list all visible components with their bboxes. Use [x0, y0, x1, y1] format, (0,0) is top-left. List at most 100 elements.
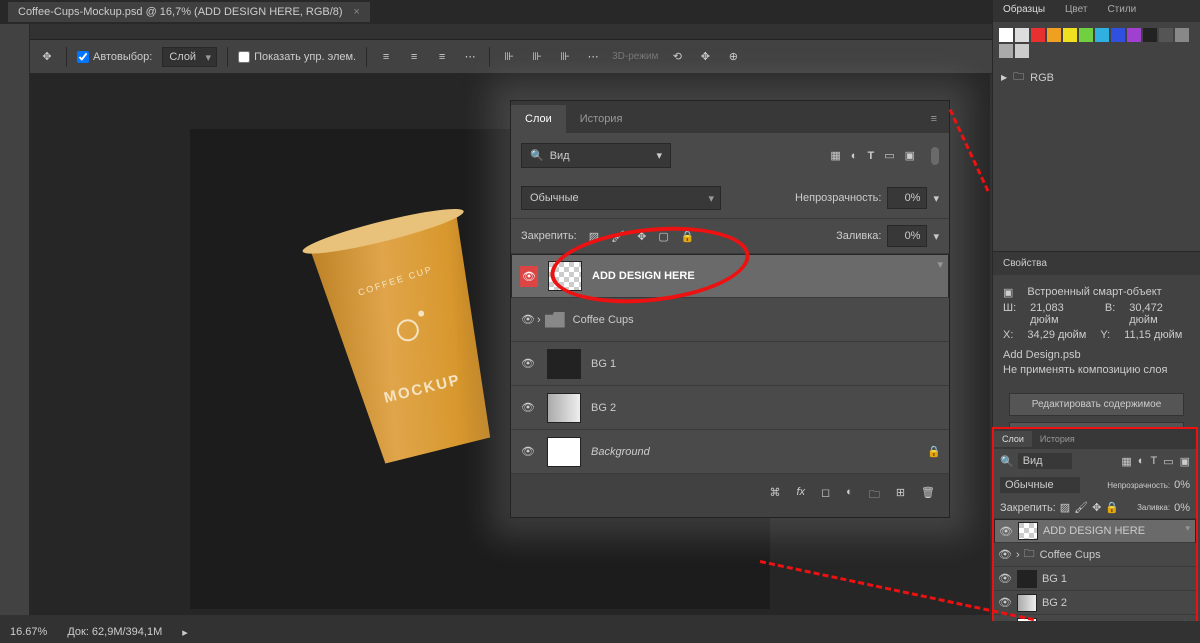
filter-icon[interactable]: ▭ [1163, 455, 1173, 468]
expand-arrow-icon[interactable]: › [537, 314, 541, 326]
visibility-icon[interactable]: 👁 [519, 445, 537, 458]
swatch[interactable] [1095, 28, 1109, 42]
lock-icon[interactable]: ✥ [1092, 501, 1101, 514]
layer-item[interactable]: 👁 BG 1 [511, 342, 949, 386]
tab-layers[interactable]: Слои [994, 431, 1032, 447]
layer-thumb[interactable] [548, 261, 582, 291]
edit-contents-button[interactable]: Редактировать содержимое [1009, 393, 1184, 416]
opacity-input[interactable]: 0% [887, 187, 927, 209]
layer-item[interactable]: 👁 BG 1 [994, 567, 1196, 591]
tab-swatches[interactable]: Образцы [993, 0, 1055, 22]
layer-search[interactable]: Вид [1018, 453, 1072, 469]
layer-name[interactable]: BG 1 [1042, 573, 1067, 585]
visibility-icon[interactable]: 👁 [999, 525, 1013, 538]
toolbox[interactable] [0, 24, 30, 615]
layer-item[interactable]: 👁 Background 🔒 [511, 430, 949, 474]
trash-icon[interactable]: 🗑 [921, 486, 935, 505]
visibility-icon[interactable]: 👁 [519, 357, 537, 370]
close-icon[interactable]: × [353, 6, 359, 18]
visibility-icon[interactable]: 👁 [520, 266, 538, 287]
chevron-icon[interactable]: ▸ [182, 626, 188, 639]
auto-select-target[interactable]: Слой [162, 47, 217, 67]
layer-item[interactable]: 👁 ADD DESIGN HERE [511, 254, 949, 298]
filter-icon[interactable]: ◐ [1138, 455, 1145, 468]
filter-type-icon[interactable]: T [867, 150, 874, 162]
link-icon[interactable]: ⌘ [769, 486, 780, 505]
opacity-input[interactable]: 0% [1174, 479, 1190, 491]
swatch[interactable] [1175, 28, 1189, 42]
x-value[interactable]: 34,29 дюйм [1027, 329, 1086, 341]
layer-thumb[interactable] [547, 437, 581, 467]
adjustment-icon[interactable]: ◐ [846, 486, 853, 505]
move-icon[interactable]: ✥ [38, 48, 56, 66]
more-icon[interactable]: ⋯ [584, 48, 602, 66]
fill-input[interactable]: 0% [1174, 502, 1190, 514]
zoom-icon[interactable]: ⊕ [724, 48, 742, 66]
lock-brush-icon[interactable]: 🖌 [611, 230, 625, 243]
height-value[interactable]: 30,472 дюйм [1129, 302, 1190, 326]
width-value[interactable]: 21,083 дюйм [1030, 302, 1091, 326]
chevron-down-icon[interactable]: ▾ [933, 192, 939, 205]
filter-pixel-icon[interactable]: ▦ [830, 149, 840, 162]
layer-name[interactable]: Coffee Cups [573, 314, 941, 326]
tab-history[interactable]: История [566, 105, 637, 133]
filter-icon[interactable]: ▣ [1180, 455, 1190, 468]
lock-icon[interactable]: 🔒 [1105, 501, 1119, 514]
filter-icon[interactable]: ▦ [1121, 455, 1131, 468]
lock-all-icon[interactable]: 🔒 [681, 230, 695, 243]
y-value[interactable]: 11,15 дюйм [1124, 329, 1182, 341]
fx-icon[interactable]: fx [796, 486, 805, 505]
filter-shape-icon[interactable]: ▭ [884, 149, 894, 162]
distribute-icon[interactable]: ⊪ [500, 48, 518, 66]
layer-item[interactable]: 👁 › 🗀 Coffee Cups [994, 543, 1196, 567]
swatch[interactable] [1063, 28, 1077, 42]
layer-name[interactable]: Coffee Cups [1040, 549, 1101, 561]
swatch[interactable] [1079, 28, 1093, 42]
mask-icon[interactable]: ◻ [821, 486, 830, 505]
filter-toggle[interactable] [931, 147, 939, 165]
align-icon[interactable]: ≡ [433, 48, 451, 66]
panel-menu-icon[interactable]: ≡ [919, 105, 949, 133]
swatch-folder[interactable]: ▶ 🗀 RGB [993, 64, 1200, 91]
show-controls-checkbox[interactable]: Показать упр. элем. [238, 51, 356, 63]
layer-name[interactable]: Background [591, 446, 927, 458]
swatch[interactable] [1159, 28, 1173, 42]
layer-thumb[interactable] [1017, 594, 1037, 612]
more-icon[interactable]: ⋯ [461, 48, 479, 66]
lock-icon[interactable]: ▨ [1060, 501, 1070, 514]
tab-layers[interactable]: Слои [511, 105, 566, 133]
layer-thumb[interactable] [1018, 522, 1038, 540]
filter-icon[interactable]: T [1150, 455, 1157, 468]
distribute-icon[interactable]: ⊪ [556, 48, 574, 66]
doc-size[interactable]: Док: 62,9M/394,1M [67, 626, 162, 638]
layer-name[interactable]: BG 2 [1042, 597, 1067, 609]
visibility-icon[interactable]: 👁 [998, 596, 1012, 609]
swatch[interactable] [999, 44, 1013, 58]
align-icon[interactable]: ≡ [405, 48, 423, 66]
swatch[interactable] [1127, 28, 1141, 42]
layer-name[interactable]: ADD DESIGN HERE [592, 270, 940, 282]
tab-color[interactable]: Цвет [1055, 0, 1097, 22]
filter-smart-icon[interactable]: ▣ [905, 149, 915, 162]
tab-styles[interactable]: Стили [1097, 0, 1146, 22]
layer-name[interactable]: ADD DESIGN HERE [1043, 525, 1145, 537]
swatch[interactable] [1015, 44, 1029, 58]
layer-item[interactable]: 👁 BG 2 [994, 591, 1196, 615]
document-tab[interactable]: Coffee-Cups-Mockup.psd @ 16,7% (ADD DESI… [8, 2, 370, 22]
layer-thumb[interactable] [547, 393, 581, 423]
lock-icon[interactable]: 🖌 [1074, 501, 1088, 514]
chevron-down-icon[interactable]: ▾ [933, 230, 939, 243]
visibility-icon[interactable]: 👁 [519, 313, 537, 326]
layer-item[interactable]: 👁 BG 2 [511, 386, 949, 430]
lock-pixels-icon[interactable]: ▨ [589, 230, 599, 243]
expand-icon[interactable]: › [1016, 549, 1020, 561]
pan-icon[interactable]: ✥ [696, 48, 714, 66]
visibility-icon[interactable]: 👁 [998, 548, 1012, 561]
swatch[interactable] [1047, 28, 1061, 42]
visibility-icon[interactable]: 👁 [519, 401, 537, 414]
lock-artboard-icon[interactable]: ▢ [658, 230, 668, 243]
align-icon[interactable]: ≡ [377, 48, 395, 66]
visibility-icon[interactable]: 👁 [998, 572, 1012, 585]
layer-name[interactable]: BG 1 [591, 358, 941, 370]
layer-thumb[interactable] [547, 349, 581, 379]
